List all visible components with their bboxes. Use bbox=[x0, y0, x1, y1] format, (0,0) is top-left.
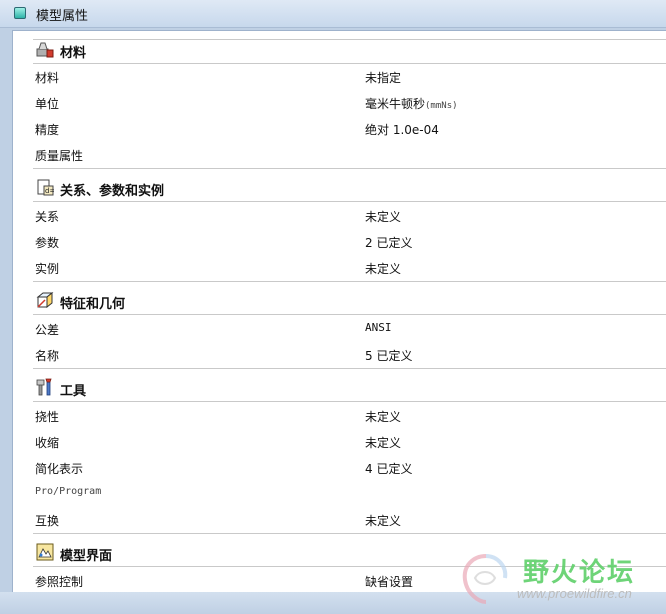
section-header-features: 特征和几何 bbox=[33, 288, 666, 315]
tools-icon bbox=[36, 378, 52, 396]
section-header-relations: d= 关系、参数和实例 bbox=[33, 175, 666, 202]
row-label: 实例 bbox=[35, 262, 60, 276]
section-title: 关系、参数和实例 bbox=[60, 184, 165, 199]
section-divider bbox=[33, 533, 666, 534]
row-value[interactable]: 未定义 bbox=[365, 260, 401, 277]
row-label: 互换 bbox=[35, 514, 60, 528]
property-row-material[interactable]: 材料 未指定 bbox=[13, 64, 666, 90]
section-title: 工具 bbox=[60, 384, 87, 399]
title-bar: 模型属性 bbox=[0, 0, 666, 28]
row-value[interactable]: 缺省设置 bbox=[365, 573, 413, 590]
row-value[interactable]: 未定义 bbox=[365, 434, 401, 451]
row-value[interactable]: 未定义 bbox=[365, 408, 401, 425]
row-label: 收缩 bbox=[35, 436, 60, 450]
features-icon bbox=[36, 291, 54, 309]
row-value[interactable]: 未定义 bbox=[365, 512, 401, 529]
row-label: 简化表示 bbox=[35, 462, 84, 476]
row-value[interactable]: 未定义 bbox=[365, 208, 401, 225]
property-row-tolerance[interactable]: 公差 ANSI bbox=[13, 316, 666, 342]
row-value[interactable]: 绝对 1.0e-04 bbox=[365, 121, 439, 138]
property-row-instances[interactable]: 实例 未定义 bbox=[13, 255, 666, 281]
section-title: 材料 bbox=[60, 46, 87, 61]
row-value[interactable]: 未指定 bbox=[365, 69, 401, 86]
property-row-names[interactable]: 名称 5 已定义 bbox=[13, 342, 666, 368]
row-label: 公差 bbox=[35, 323, 60, 337]
svg-text:d=: d= bbox=[45, 187, 54, 195]
property-row-pro-program[interactable]: Pro/Program bbox=[13, 481, 666, 507]
row-value[interactable]: 5 已定义 bbox=[365, 347, 412, 364]
section-divider bbox=[33, 368, 666, 369]
row-label: 材料 bbox=[35, 71, 60, 85]
row-label: 精度 bbox=[35, 123, 60, 137]
bottom-strip bbox=[0, 592, 666, 614]
property-row-simplified-reps[interactable]: 简化表示 4 已定义 bbox=[13, 455, 666, 481]
row-label: 关系 bbox=[35, 210, 60, 224]
window-icon bbox=[14, 7, 26, 19]
section-header-tools: 工具 bbox=[33, 375, 666, 402]
property-row-interchange[interactable]: 互换 未定义 bbox=[13, 507, 666, 533]
row-value[interactable]: 毫米牛顿秒(mmNs) bbox=[365, 95, 458, 112]
row-value[interactable]: 2 已定义 bbox=[365, 234, 412, 251]
properties-panel: 材料 材料 未指定 单位 毫米牛顿秒(mmNs) 精度 绝对 1.0e-04 质… bbox=[12, 30, 666, 592]
property-row-units[interactable]: 单位 毫米牛顿秒(mmNs) bbox=[13, 90, 666, 116]
property-row-accuracy[interactable]: 精度 绝对 1.0e-04 bbox=[13, 116, 666, 142]
row-label: 参照控制 bbox=[35, 575, 84, 589]
property-row-mass-props[interactable]: 质量属性 bbox=[13, 142, 666, 168]
property-row-shrinkage[interactable]: 收缩 未定义 bbox=[13, 429, 666, 455]
section-header-material: 材料 bbox=[33, 37, 666, 64]
window-title: 模型属性 bbox=[36, 9, 89, 24]
property-row-parameters[interactable]: 参数 2 已定义 bbox=[13, 229, 666, 255]
section-title: 特征和几何 bbox=[60, 297, 126, 312]
row-label: 名称 bbox=[35, 349, 60, 363]
row-value[interactable]: 4 已定义 bbox=[365, 460, 412, 477]
row-label: 质量属性 bbox=[35, 149, 84, 163]
property-row-flexibility[interactable]: 挠性 未定义 bbox=[13, 403, 666, 429]
units-value: 毫米牛顿秒 bbox=[365, 97, 426, 111]
row-label: 参数 bbox=[35, 236, 60, 250]
section-header-model-interface: 模型界面 bbox=[33, 540, 666, 567]
section-title: 模型界面 bbox=[60, 549, 113, 564]
row-label: 挠性 bbox=[35, 410, 60, 424]
row-label: Pro/Program bbox=[35, 486, 102, 497]
section-divider bbox=[33, 281, 666, 282]
property-row-relations[interactable]: 关系 未定义 bbox=[13, 203, 666, 229]
property-row-reference-control[interactable]: 参照控制 缺省设置 bbox=[13, 568, 666, 592]
model-interface-icon bbox=[36, 543, 54, 561]
units-abbrev: (mmNs) bbox=[425, 101, 458, 111]
material-icon bbox=[36, 42, 54, 58]
row-label: 单位 bbox=[35, 97, 60, 111]
relations-icon: d= bbox=[37, 179, 54, 196]
row-value[interactable]: ANSI bbox=[365, 321, 392, 334]
section-divider bbox=[33, 168, 666, 169]
